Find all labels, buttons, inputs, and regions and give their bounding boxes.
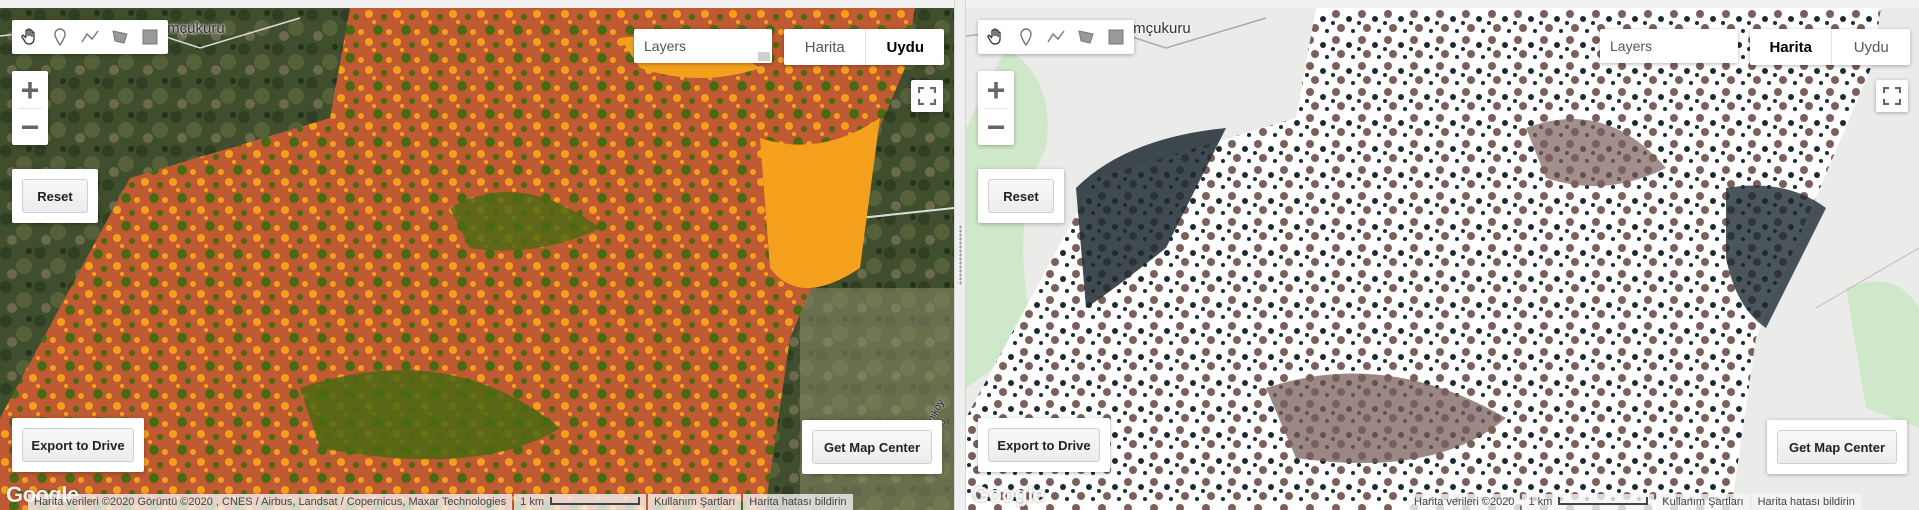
zoom-divider <box>984 108 1008 109</box>
fullscreen-icon[interactable] <box>911 80 943 112</box>
layers-select[interactable]: Layers <box>1600 29 1738 63</box>
export-panel: Export to Drive <box>12 418 144 472</box>
zoom-in-button[interactable]: + <box>978 71 1014 108</box>
zoom-out-button[interactable]: − <box>12 108 48 145</box>
report-link[interactable]: Harita hatası bildirin <box>743 494 853 510</box>
reset-panel: Reset <box>12 169 98 223</box>
scale-line <box>549 497 640 505</box>
export-to-drive-button[interactable]: Export to Drive <box>988 428 1100 462</box>
layers-label: Layers <box>1610 38 1653 54</box>
report-link[interactable]: Harita hatası bildirin <box>1751 494 1861 510</box>
attribution-text: Harita verileri ©2020 <box>1408 494 1521 510</box>
map-type-control: Harita Uydu <box>1750 29 1910 65</box>
google-logo: Google <box>972 482 1045 507</box>
layers-select[interactable]: Layers <box>634 29 772 63</box>
left-map-panel[interactable]: Cemçukuru Yenikoy Yolu + − Reset Export … <box>0 8 954 510</box>
reset-button[interactable]: Reset <box>22 179 88 213</box>
hand-icon[interactable] <box>15 22 45 52</box>
map-center-panel: Get Map Center <box>802 420 942 474</box>
scale-label: 1 km <box>520 496 544 508</box>
split-divider[interactable] <box>954 0 966 510</box>
scale-bar[interactable]: 1 km <box>1522 494 1655 510</box>
rectangle-icon[interactable] <box>1101 22 1131 52</box>
polygon-icon[interactable] <box>1071 22 1101 52</box>
scale-bar[interactable]: 1 km <box>514 494 646 510</box>
export-panel: Export to Drive <box>978 418 1110 472</box>
export-to-drive-button[interactable]: Export to Drive <box>22 428 134 462</box>
terms-link[interactable]: Kullanım Şartları <box>647 494 742 510</box>
attribution-text: Harita verileri ©2020 Görüntü ©2020 , CN… <box>28 494 513 510</box>
map-type-uydu[interactable]: Uydu <box>1832 29 1910 65</box>
fullscreen-icon[interactable] <box>1876 80 1908 112</box>
drawing-toolbar <box>978 20 1134 54</box>
map-footer: Harita verileri ©2020 1 km Kullanım Şart… <box>1406 494 1861 510</box>
splitter-grip-icon[interactable] <box>959 225 962 285</box>
get-map-center-button[interactable]: Get Map Center <box>812 430 932 464</box>
zoom-in-button[interactable]: + <box>12 71 48 108</box>
polygon-icon[interactable] <box>105 22 135 52</box>
marker-icon[interactable] <box>45 22 75 52</box>
reset-panel: Reset <box>978 169 1064 223</box>
scale-label: 1 km <box>1528 496 1553 508</box>
map-footer: Harita verileri ©2020 Görüntü ©2020 , CN… <box>26 494 853 510</box>
line-icon[interactable] <box>1041 22 1071 52</box>
zoom-out-button[interactable]: − <box>978 108 1014 145</box>
map-center-panel: Get Map Center <box>1767 420 1907 474</box>
get-map-center-button[interactable]: Get Map Center <box>1777 430 1897 464</box>
resize-handle[interactable] <box>758 52 770 61</box>
map-type-uydu[interactable]: Uydu <box>866 29 944 65</box>
map-type-harita[interactable]: Harita <box>1750 29 1833 65</box>
rectangle-icon[interactable] <box>135 22 165 52</box>
map-type-control: Harita Uydu <box>784 29 944 65</box>
reset-button[interactable]: Reset <box>988 179 1054 213</box>
right-map-panel[interactable]: Cemçukuru Yenikoy Yolu + − Reset Export … <box>966 8 1919 510</box>
zoom-control: + − <box>12 71 48 145</box>
layers-label: Layers <box>644 38 687 54</box>
zoom-divider <box>18 108 42 109</box>
marker-icon[interactable] <box>1011 22 1041 52</box>
zoom-control: + − <box>978 71 1014 145</box>
scale-line <box>1558 497 1649 505</box>
hand-icon[interactable] <box>981 22 1011 52</box>
terms-link[interactable]: Kullanım Şartları <box>1656 494 1750 510</box>
drawing-toolbar <box>12 20 168 54</box>
map-type-harita[interactable]: Harita <box>784 29 867 65</box>
line-icon[interactable] <box>75 22 105 52</box>
